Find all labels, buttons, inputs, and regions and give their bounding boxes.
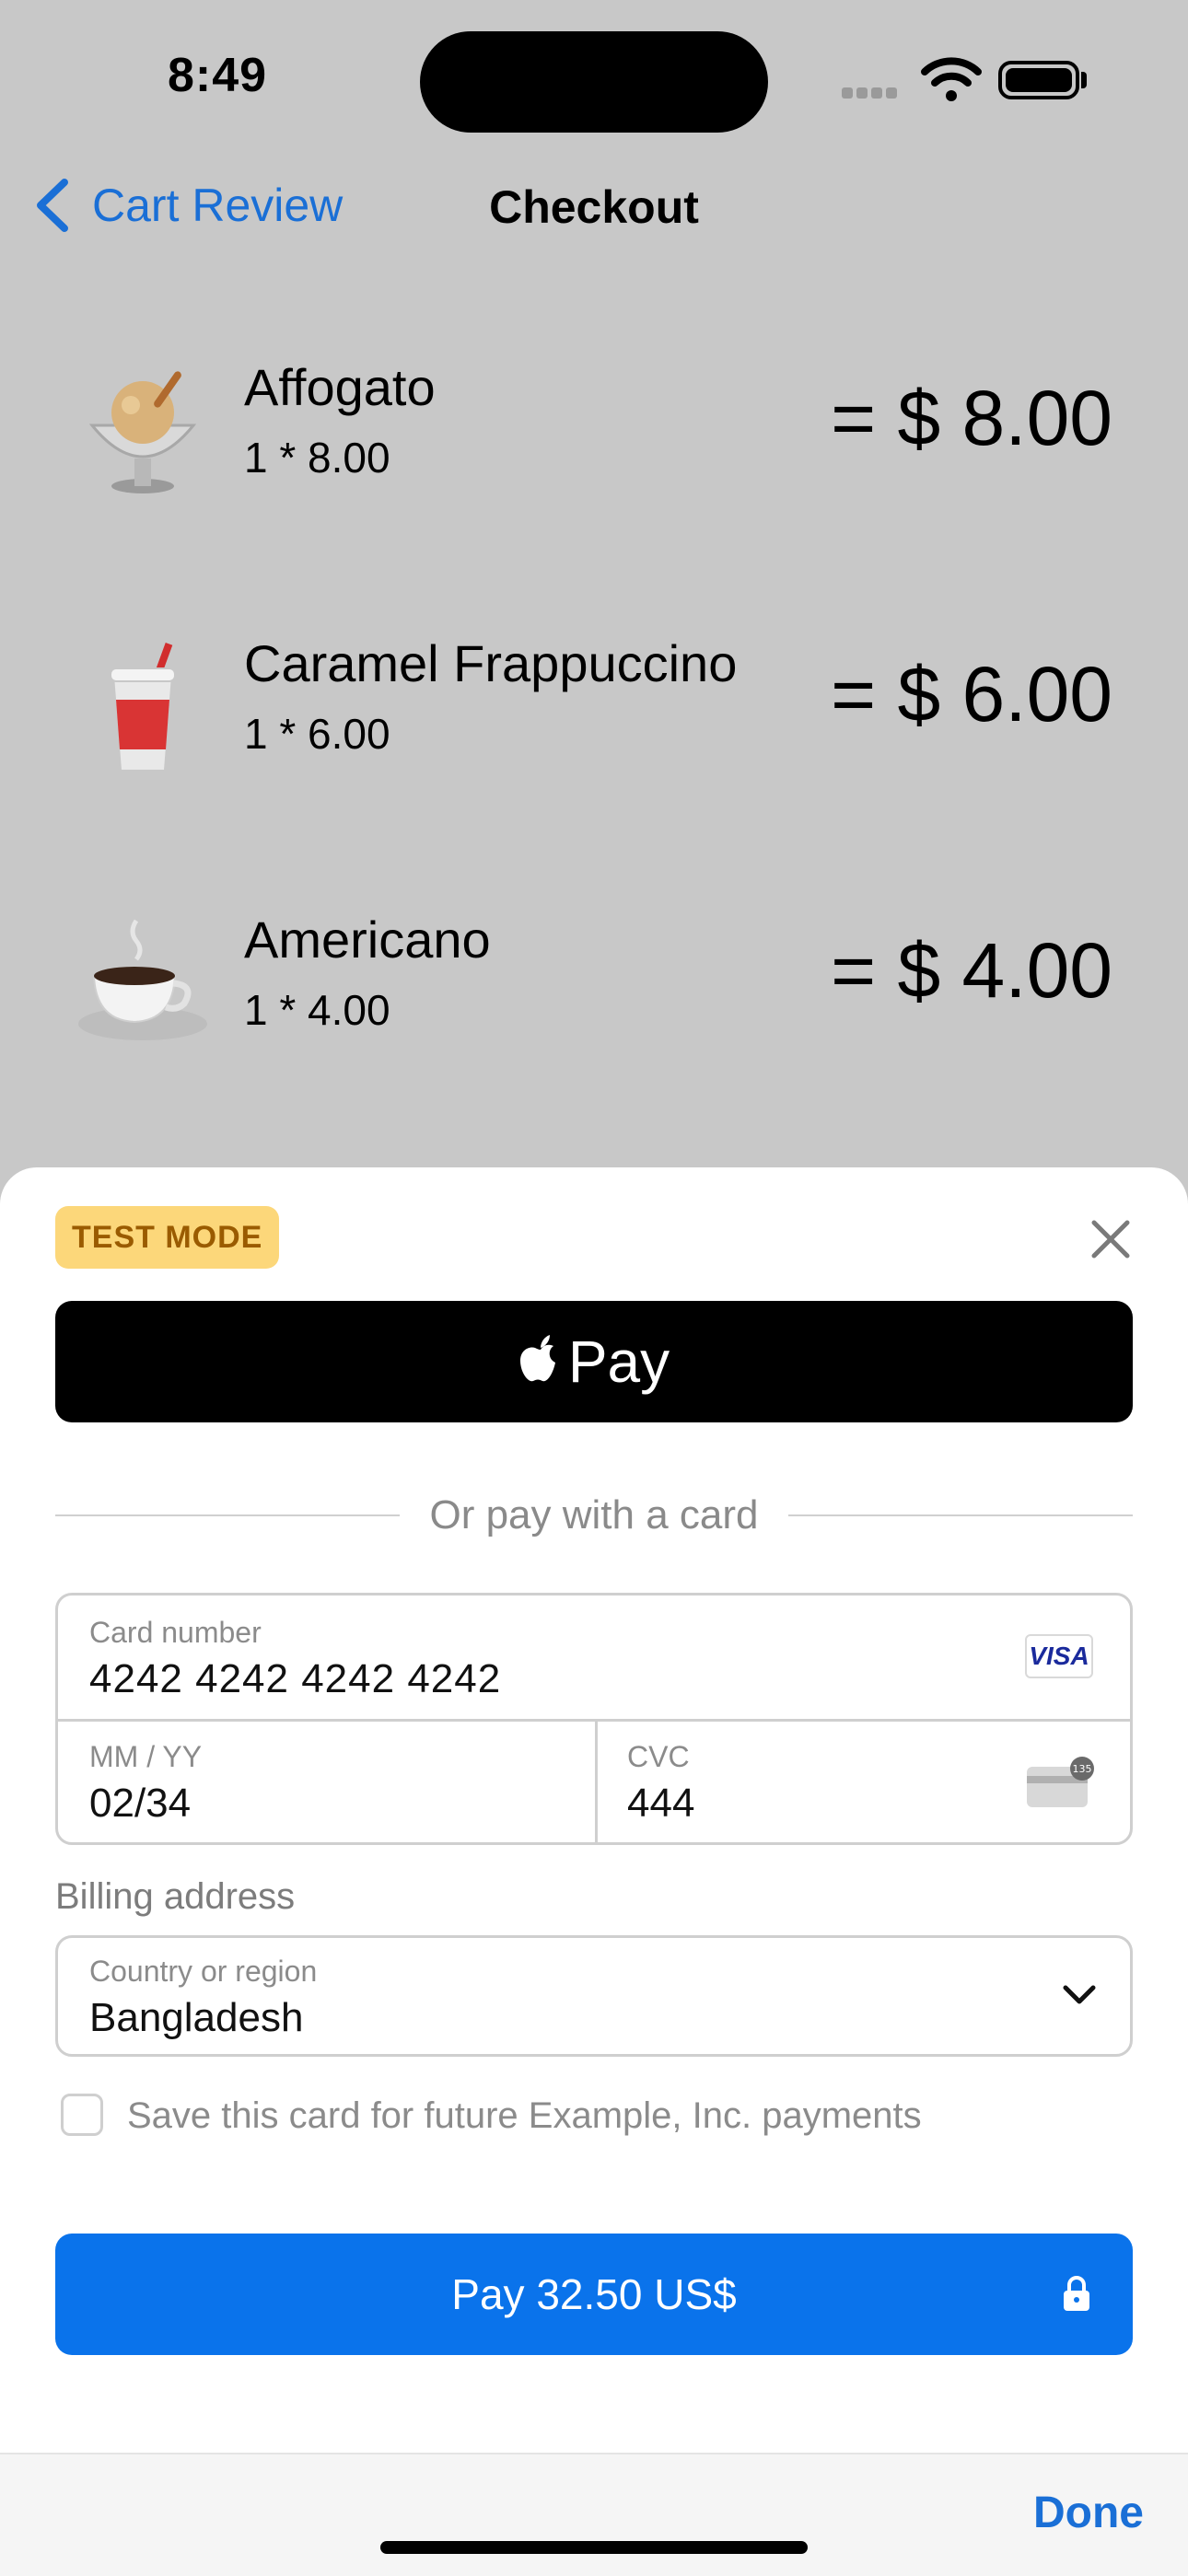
apple-pay-label: Pay xyxy=(567,1329,670,1395)
save-card-label: Save this card for future Example, Inc. … xyxy=(127,2095,922,2136)
order-item-name: Affogato xyxy=(244,358,436,416)
expiry-label: MM / YY xyxy=(89,1740,203,1773)
order-item-quantity: 1 * 6.00 xyxy=(244,710,390,758)
order-item-name: Caramel Frappuccino xyxy=(244,634,738,692)
apple-pay-button[interactable]: Pay xyxy=(55,1301,1133,1422)
pay-button[interactable]: Pay 32.50 US$ xyxy=(55,2234,1133,2355)
hot-coffee-icon xyxy=(78,919,207,1040)
cup-with-straw-icon xyxy=(110,642,176,770)
card-details-box: Card number 4242 4242 4242 4242 VISA MM … xyxy=(55,1593,1133,1845)
home-indicator xyxy=(380,2541,808,2554)
cvc-icon-badge: 135 xyxy=(1073,1763,1092,1775)
card-number-label: Card number xyxy=(89,1616,262,1649)
country-label: Country or region xyxy=(89,1955,318,1988)
order-item-name: Americano xyxy=(244,911,491,969)
order-item: Caramel Frappuccino 1 * 6.00 = $ 6.00 xyxy=(0,608,1188,792)
billing-address-label: Billing address xyxy=(55,1876,296,1917)
done-button[interactable]: Done xyxy=(1033,2488,1144,2538)
close-icon[interactable] xyxy=(1087,1215,1135,1263)
status-time: 8:49 xyxy=(168,49,268,102)
order-item-quantity: 1 * 8.00 xyxy=(244,434,390,482)
bottom-toolbar xyxy=(0,2453,1188,2576)
country-value: Bangladesh xyxy=(89,1995,304,2040)
expiry-field[interactable]: MM / YY 02/34 xyxy=(58,1722,595,1845)
battery-icon xyxy=(998,61,1079,99)
order-item-total: = $ 4.00 xyxy=(831,927,1112,1014)
country-select[interactable]: Country or region Bangladesh xyxy=(55,1935,1133,2057)
pay-button-label: Pay 32.50 US$ xyxy=(451,2270,737,2318)
page-title: Checkout xyxy=(489,181,699,233)
divider-line-right xyxy=(787,1514,1133,1516)
visa-icon: VISA xyxy=(1025,1634,1093,1678)
cvc-label: CVC xyxy=(627,1740,690,1773)
order-item-total: = $ 8.00 xyxy=(831,375,1112,461)
expiry-value: 02/34 xyxy=(89,1781,192,1826)
save-card-checkbox[interactable] xyxy=(61,2094,103,2136)
lock-icon xyxy=(1064,2276,1089,2311)
card-number-field[interactable]: Card number 4242 4242 4242 4242 VISA xyxy=(58,1595,1130,1719)
dynamic-island xyxy=(420,31,768,133)
affogato-icon xyxy=(88,371,197,493)
wifi-icon xyxy=(921,57,982,101)
cellular-signal-icon xyxy=(842,87,906,99)
card-number-value: 4242 4242 4242 4242 xyxy=(89,1656,502,1701)
apple-logo-icon xyxy=(519,1335,555,1382)
order-item: Affogato 1 * 8.00 = $ 8.00 xyxy=(0,331,1188,516)
battery-tip xyxy=(1081,72,1087,88)
cvc-value: 444 xyxy=(627,1781,695,1826)
divider-text: Or pay with a card xyxy=(429,1492,759,1537)
or-pay-divider: Or pay with a card xyxy=(55,1488,1133,1543)
test-mode-badge: TEST MODE xyxy=(55,1206,280,1269)
chevron-down-icon xyxy=(1063,1985,1096,2004)
order-item-total: = $ 6.00 xyxy=(831,651,1112,737)
divider-line-left xyxy=(55,1514,401,1516)
payment-sheet: TEST MODE Pay Or pay with a card Card nu… xyxy=(0,1167,1188,2574)
cvc-card-icon: 135 xyxy=(1027,1757,1094,1807)
order-item: Americano 1 * 4.00 = $ 4.00 xyxy=(0,884,1188,1068)
order-item-quantity: 1 * 4.00 xyxy=(244,986,390,1034)
